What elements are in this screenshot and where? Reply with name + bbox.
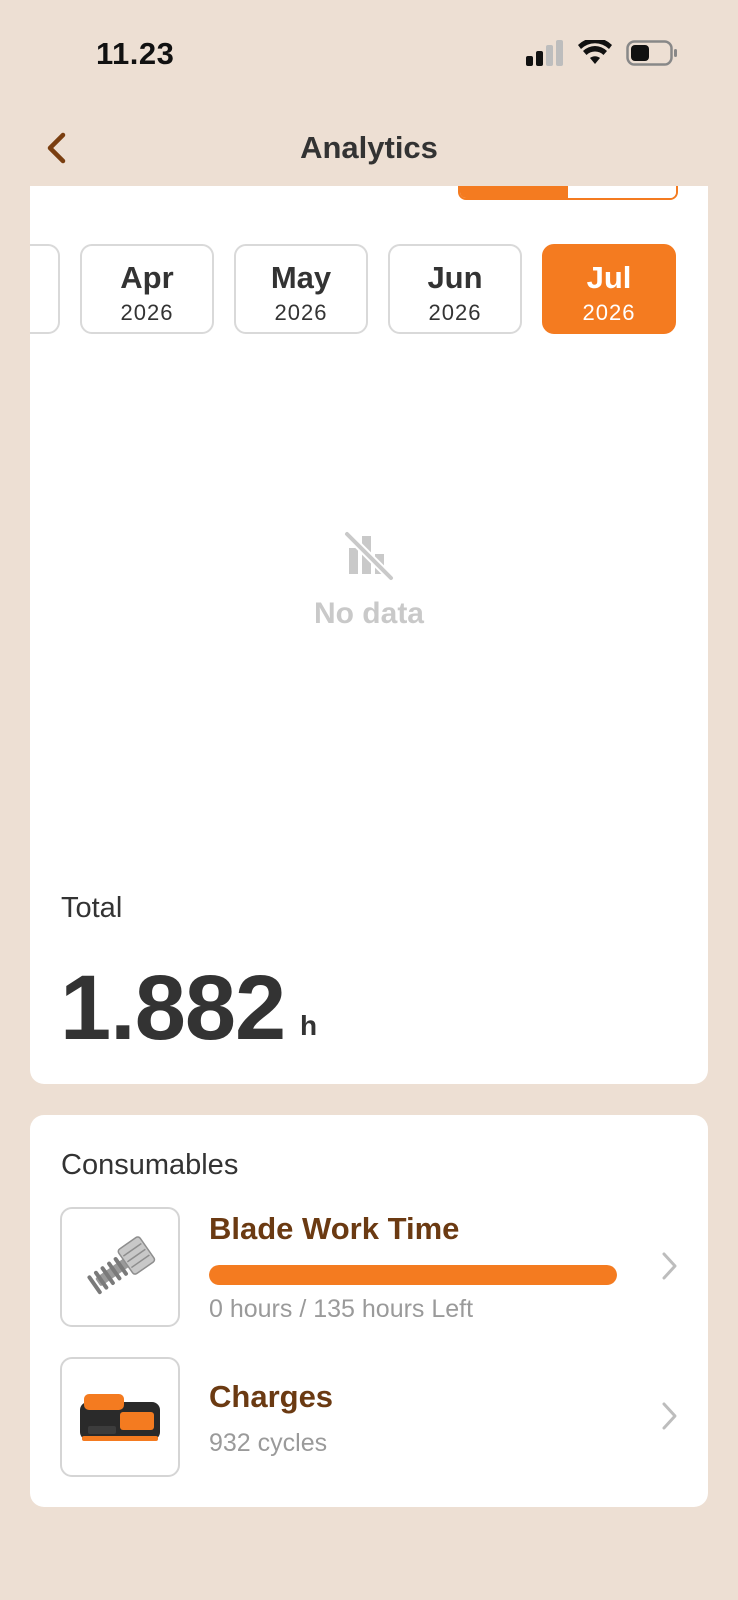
month-label: Jun	[427, 260, 483, 295]
year-label: 2026	[120, 300, 174, 325]
month-chip[interactable]	[30, 244, 60, 334]
month-chip-may[interactable]: May 2026	[234, 244, 368, 334]
consumable-subtitle: 932 cycles	[209, 1429, 328, 1457]
total-value: 1.882	[60, 957, 286, 1059]
battery-pack-image	[60, 1357, 180, 1477]
month-label: Jul	[586, 260, 632, 295]
month-chip-jun[interactable]: Jun 2026	[388, 244, 522, 334]
consumable-subtitle: 0 hours / 135 hours Left	[209, 1295, 474, 1323]
consumable-item-blade[interactable]: Blade Work Time 0 hours / 135 hours Left	[60, 1207, 680, 1327]
consumables-title: Consumables	[61, 1149, 239, 1181]
no-chart-icon	[344, 531, 394, 581]
scroll-content[interactable]: Month Year Apr 2026 May 2026 Jun 2026 Ju…	[0, 186, 738, 1600]
year-label: 2026	[274, 300, 328, 325]
year-label: 2026	[582, 300, 636, 325]
consumable-title: Charges	[209, 1379, 334, 1414]
empty-state-text: No data	[313, 597, 424, 630]
status-time: 11.23	[96, 36, 175, 71]
month-label: Apr	[120, 260, 174, 295]
battery-icon	[626, 40, 677, 66]
month-chip-apr[interactable]: Apr 2026	[80, 244, 214, 334]
period-year-option[interactable]: Year	[568, 186, 676, 198]
blade-progress-bar	[209, 1265, 617, 1285]
blade-progress-fill	[209, 1265, 617, 1285]
navigation-bar: Analytics	[0, 110, 738, 186]
month-label: May	[270, 260, 332, 295]
consumable-title: Blade Work Time	[209, 1211, 460, 1246]
chevron-right-icon	[662, 1252, 677, 1280]
consumables-card: Consumables Blade Work Time 0 hours / 13…	[30, 1115, 708, 1507]
consumable-item-charges[interactable]: Charges 932 cycles	[60, 1357, 680, 1477]
cellular-signal-icon	[526, 40, 563, 66]
status-bar: 11.23	[0, 0, 738, 110]
period-month-option[interactable]: Month	[460, 186, 568, 198]
empty-state: No data	[30, 526, 708, 631]
total-card: Total 1.882 h	[30, 856, 708, 1084]
month-selector[interactable]: Apr 2026 May 2026 Jun 2026 Jul 2026	[30, 244, 708, 334]
total-label: Total	[61, 892, 123, 924]
chevron-right-icon	[662, 1402, 677, 1430]
period-toggle: Month Year	[458, 186, 678, 200]
total-unit: h	[300, 1010, 318, 1041]
wifi-icon	[578, 40, 612, 64]
page-title: Analytics	[300, 130, 438, 165]
year-label: 2026	[428, 300, 482, 325]
month-chip-jul[interactable]: Jul 2026	[542, 244, 676, 334]
hedge-trimmer-blade-image	[60, 1207, 180, 1327]
status-icons	[526, 40, 678, 66]
